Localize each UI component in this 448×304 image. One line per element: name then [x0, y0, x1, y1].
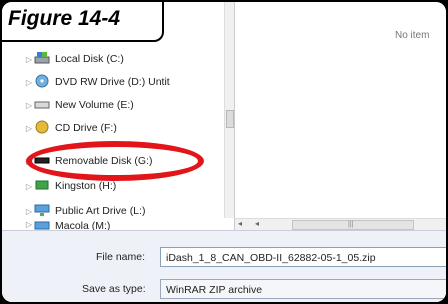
nav-scroll-thumb[interactable] — [226, 110, 234, 128]
expand-arrow-icon[interactable]: ▷ — [24, 124, 34, 133]
tree-item-local-disk[interactable]: ▷ Local Disk (C:) — [24, 48, 124, 70]
expand-arrow-icon[interactable]: ▷ — [24, 78, 34, 87]
tree-item-label: CD Drive (F:) — [55, 122, 117, 134]
expand-arrow-icon[interactable]: ▷ — [24, 182, 34, 191]
file-name-input[interactable]: iDash_1_8_CAN_OBD-II_62882-05-1_05.zip — [160, 247, 446, 267]
expand-arrow-icon[interactable]: ▷ — [24, 220, 34, 229]
empty-message: No item — [395, 30, 430, 41]
save-dialog: ▷ Local Disk (C:) ▷ DVD RW Drive (D:) Un… — [2, 2, 446, 302]
tree-item-label: Public Art Drive (L:) — [55, 205, 146, 217]
tree-item-label: DVD RW Drive (D:) Untit — [55, 76, 170, 88]
dvd-drive-icon — [34, 74, 50, 91]
usb-drive-icon — [34, 178, 50, 195]
tree-item-removable-disk[interactable]: ▷ Removable Disk (G:) — [24, 150, 153, 172]
expand-arrow-icon[interactable]: ▷ — [24, 101, 34, 110]
tree-item-kingston[interactable]: ▷ Kingston (H:) — [24, 175, 116, 197]
figure-tab: Figure 14-4 — [2, 2, 164, 42]
network-drive-icon — [34, 203, 50, 220]
scroll-left-icon[interactable]: ◂ — [238, 219, 242, 228]
scroll-left-page-icon[interactable]: ◂ — [255, 219, 259, 228]
expand-arrow-icon[interactable]: ▷ — [24, 207, 34, 216]
tree-item-public-art-drive[interactable]: ▷ Public Art Drive (L:) — [24, 200, 145, 222]
figure-label: Figure 14-4 — [8, 7, 121, 30]
drive-icon — [34, 97, 50, 114]
expand-arrow-icon[interactable]: ▷ — [24, 55, 34, 64]
tree-item-label: Removable Disk (G:) — [55, 155, 153, 167]
save-as-type-label: Save as type: — [82, 283, 146, 295]
save-as-type-select[interactable]: WinRAR ZIP archive — [160, 279, 446, 299]
cd-drive-icon — [34, 120, 50, 137]
expand-arrow-icon[interactable]: ▷ — [24, 157, 34, 166]
tree-item-label: Kingston (H:) — [55, 180, 117, 192]
tree-item-cd-drive[interactable]: ▷ CD Drive (F:) — [24, 117, 117, 139]
tree-item-label: New Volume (E:) — [55, 99, 134, 111]
removable-disk-icon — [34, 153, 50, 170]
tree-item-new-volume[interactable]: ▷ New Volume (E:) — [24, 94, 134, 116]
tree-item-dvd-drive[interactable]: ▷ DVD RW Drive (D:) Untit — [24, 71, 170, 93]
save-options-panel: File name: iDash_1_8_CAN_OBD-II_62882-05… — [2, 230, 446, 302]
tree-item-label: Local Disk (C:) — [55, 53, 124, 65]
file-name-label: File name: — [96, 251, 146, 263]
scroll-grip-icon: ||| — [348, 221, 354, 228]
local-disk-icon — [34, 51, 50, 68]
